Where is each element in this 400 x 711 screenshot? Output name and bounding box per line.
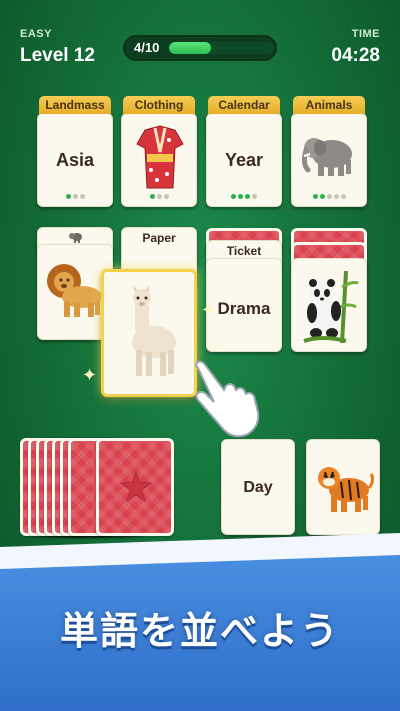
category-tab-animals: Animals [293,96,365,114]
kimono-icon [136,125,184,189]
elephant-mini-icon [69,233,82,243]
progress-bar: 4/10 [123,35,277,61]
time-label: TIME [351,28,380,40]
open-card-day[interactable]: Day [221,439,295,535]
category-card-calendar[interactable]: Year [206,113,282,207]
card-word: Day [243,479,273,496]
progress-label: 4/10 [134,40,160,55]
hand-pointer-icon [195,360,260,438]
progress-fill [169,42,211,54]
category-word: Year [224,150,264,170]
panda-icon [303,270,359,344]
category-tab-calendar: Calendar [208,96,280,114]
category-tab-clothing: Clothing [123,96,195,114]
peek-word: Paper [142,231,176,245]
sparkle-icon: ✧ [212,337,224,353]
banner-text: 単語を並べよう [59,611,340,653]
star-icon [119,470,153,503]
sparkle-icon: ✦ [82,365,98,385]
lion-icon [47,264,102,317]
progress-track [169,42,273,54]
alpaca-icon [132,286,176,376]
category-card-landmass[interactable]: Asia [37,113,113,207]
card-panda[interactable] [291,258,367,352]
dragged-card-alpaca[interactable] [101,269,197,397]
progress-dots [292,194,366,199]
card-word: Drama [217,299,271,318]
open-card-tiger[interactable] [306,439,380,535]
tiger-icon [318,467,375,512]
progress-dots [122,194,196,199]
timer: 04:28 [331,45,380,66]
category-card-clothing[interactable] [121,113,197,207]
sparkle-icon: ✦ [201,300,217,320]
elephant-icon [301,138,352,176]
category-tab-landmass: Landmass [39,96,111,114]
progress-dots [38,194,112,199]
progress-dots [207,194,281,199]
category-word: Asia [55,150,95,170]
level-label: Level 12 [20,45,95,66]
difficulty-label: EASY [20,28,52,40]
draw-pile[interactable] [96,438,174,536]
peek-word: Ticket [226,244,262,258]
category-card-animals[interactable] [291,113,367,207]
